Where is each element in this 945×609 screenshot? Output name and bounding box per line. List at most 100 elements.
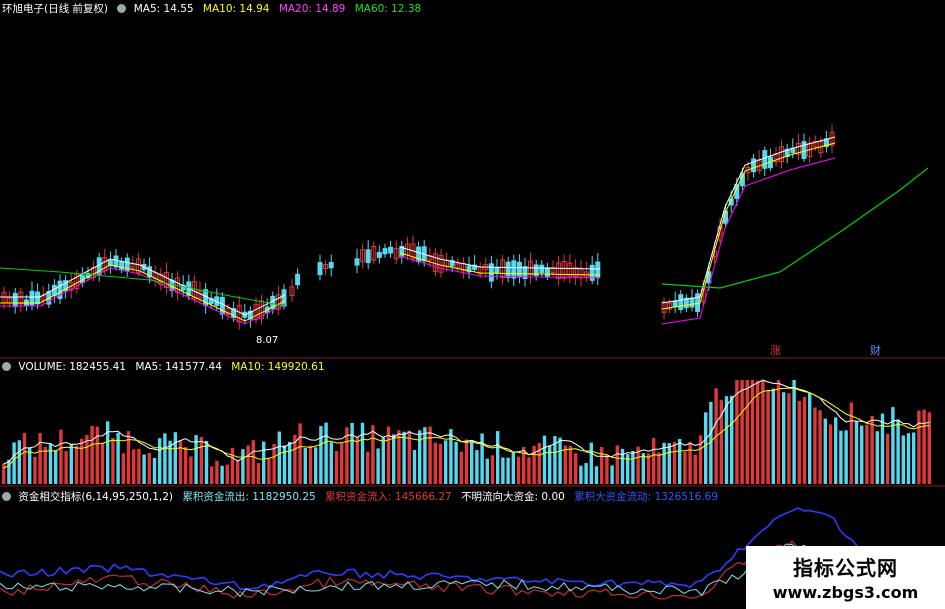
volume-bar — [813, 407, 817, 484]
volume-bar — [376, 448, 380, 484]
volume-bar — [256, 463, 261, 484]
volume-bar — [854, 421, 859, 484]
volume-bar — [818, 410, 822, 484]
volume-bar — [849, 402, 853, 484]
volume-bar — [470, 440, 474, 484]
candle-body — [119, 261, 125, 270]
volume-bar — [319, 426, 323, 484]
candle-body — [516, 261, 522, 278]
finance-tag[interactable]: 财 — [870, 342, 881, 358]
candle-body — [12, 292, 18, 308]
volume-bar — [308, 445, 313, 484]
volume-bar — [459, 451, 463, 484]
volume-bar — [589, 442, 593, 484]
candle-body — [317, 262, 323, 276]
volume-bar — [251, 440, 255, 484]
rise-tag[interactable]: 涨 — [770, 342, 781, 358]
price-panel — [0, 124, 929, 330]
volume-bar — [579, 465, 583, 484]
volume-bar — [334, 451, 339, 484]
volume-bar — [204, 440, 209, 484]
volume-bar — [761, 380, 765, 484]
settings-gear-icon[interactable] — [2, 362, 11, 371]
volume-bar — [418, 430, 422, 484]
volume-bar — [137, 448, 141, 484]
volume-bar — [111, 437, 115, 484]
volume-bar — [662, 442, 666, 484]
volume-bar — [298, 423, 302, 484]
candle-body — [376, 252, 382, 258]
candle-body — [219, 296, 225, 315]
candle-body — [328, 262, 334, 269]
volume-bar — [106, 421, 110, 484]
volume-bar — [428, 426, 432, 484]
price-header: 环旭电子(日线 前复权) MA5: 14.55 MA10: 14.94 MA20… — [2, 1, 427, 16]
volume-bar — [412, 449, 417, 484]
volume-bar — [594, 466, 599, 484]
volume-bar — [496, 431, 500, 484]
stock-name[interactable]: 环旭电子(日线 前复权) — [2, 3, 108, 15]
low-price-label: 8.07 — [256, 335, 279, 346]
ma5-label: MA5: 14.55 — [133, 3, 194, 15]
volume-bar — [43, 446, 47, 484]
volume-bar — [641, 453, 645, 484]
settings-gear-icon[interactable] — [117, 4, 127, 13]
candle-body — [672, 300, 678, 308]
candle-body — [488, 263, 494, 282]
volume-bar — [475, 450, 479, 484]
volume-bar — [199, 437, 203, 484]
volume-bar — [74, 446, 79, 484]
volume-bar — [454, 441, 458, 484]
volume-bar — [745, 380, 749, 484]
candle-body — [505, 261, 511, 278]
volume-bar — [22, 432, 27, 484]
candle-body — [354, 258, 360, 266]
volume-bar — [506, 457, 510, 484]
settings-gear-icon[interactable] — [2, 492, 11, 501]
volume-bar — [823, 418, 827, 484]
candle-body — [35, 291, 41, 305]
volume-bar — [184, 447, 188, 484]
candle-body — [751, 158, 757, 173]
ma10-label: MA10: 14.94 — [202, 3, 270, 15]
volume-bar — [568, 446, 573, 484]
volume-bar — [126, 431, 131, 484]
candle-body — [281, 289, 287, 307]
volume-bar — [95, 426, 99, 484]
volume-bar — [246, 445, 250, 484]
volume-bar — [28, 447, 32, 484]
volume-bar — [314, 447, 318, 484]
candle-body — [762, 150, 768, 169]
inflow-label: 累积资金流入: 145666.27 — [325, 491, 452, 503]
volume-bar — [329, 442, 333, 484]
unclear-label: 不明流向大资金: 0.00 — [461, 491, 565, 503]
volume-bar — [558, 437, 562, 484]
volume-bar — [802, 396, 807, 484]
volume-bar — [163, 433, 167, 484]
volume-bar — [678, 439, 682, 484]
ma20-label: MA20: 14.89 — [278, 3, 346, 15]
volume-bar — [449, 429, 453, 484]
volume-bar — [262, 441, 266, 484]
volume-bar — [901, 435, 905, 484]
volume-bar — [152, 457, 157, 484]
volume-bar — [776, 380, 781, 484]
volume-bar — [844, 430, 848, 484]
volume-bar — [147, 452, 151, 484]
volume-bar — [880, 413, 885, 484]
volume-bar — [917, 410, 921, 484]
volume-bar — [80, 438, 84, 484]
stock-chart[interactable] — [0, 0, 945, 609]
candle-body — [388, 246, 394, 254]
volume-bar — [423, 427, 427, 484]
volume-bar — [282, 445, 287, 484]
volume-bar — [158, 438, 162, 484]
volume-bar — [392, 434, 396, 484]
volume-bar — [501, 457, 505, 484]
volume-bar — [48, 443, 53, 484]
candle-body — [544, 267, 550, 278]
volume-bar — [787, 393, 791, 484]
volume-bar — [288, 441, 292, 484]
candle-body — [511, 260, 517, 279]
volume-bar — [173, 432, 177, 484]
